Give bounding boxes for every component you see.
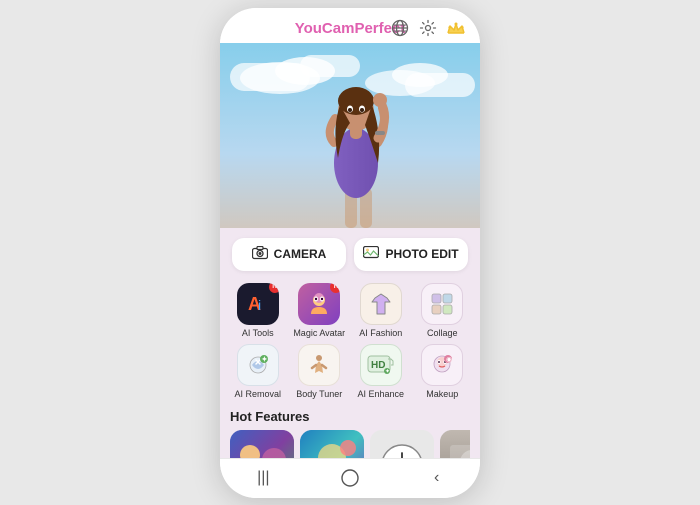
nav-back-button[interactable]: ‹ — [417, 463, 457, 493]
magic-avatar-label: Magic Avatar — [293, 328, 345, 338]
ai-removal-icon-box: ✦ — [237, 344, 279, 386]
header: YouCamPerfect — [220, 8, 480, 43]
hot-feature-card-4[interactable] — [440, 430, 470, 458]
tool-ai-removal[interactable]: ✦ AI Removal — [230, 344, 286, 399]
body-tuner-icon-box — [298, 344, 340, 386]
magic-avatar-icon-box: N — [298, 283, 340, 325]
collage-label: Collage — [427, 328, 458, 338]
tools-grid: A i N AI Tools — [230, 283, 470, 399]
tool-body-tuner[interactable]: Body Tuner — [292, 344, 348, 399]
tool-ai-enhance[interactable]: HD ✦ AI Enhance — [353, 344, 409, 399]
ai-fashion-icon-box — [360, 283, 402, 325]
makeup-icon-box: ◉ — [421, 344, 463, 386]
tool-makeup[interactable]: ◉ Makeup — [415, 344, 471, 399]
ai-tools-label: AI Tools — [242, 328, 274, 338]
svg-text:✦: ✦ — [385, 368, 390, 375]
cloud-decoration — [230, 63, 310, 91]
svg-text:HD: HD — [371, 360, 385, 371]
camera-label: CAMERA — [274, 247, 327, 261]
ai-enhance-label: AI Enhance — [357, 389, 404, 399]
clock-icon — [380, 443, 424, 458]
body-tuner-label: Body Tuner — [296, 389, 342, 399]
badge-new: N — [269, 283, 279, 293]
tool-ai-fashion[interactable]: AI Fashion — [353, 283, 409, 338]
photo-edit-label: PHOTO EDIT — [385, 247, 458, 261]
logo-youcam: YouCam — [295, 20, 355, 37]
cloud-decoration — [300, 55, 360, 77]
ai-enhance-icon-box: HD ✦ — [360, 344, 402, 386]
ai-fashion-label: AI Fashion — [359, 328, 402, 338]
tool-magic-avatar[interactable]: N Magic Avatar — [292, 283, 348, 338]
hero-image — [220, 43, 480, 228]
tools-section: A i N AI Tools — [220, 279, 480, 405]
phone-frame: YouCamPerfect — [220, 8, 480, 498]
tool-collage[interactable]: Collage — [415, 283, 471, 338]
globe-icon[interactable] — [390, 18, 410, 38]
cloud-decoration — [405, 73, 475, 97]
nav-bar: ||| ‹ — [220, 458, 480, 498]
nav-home-button[interactable] — [330, 463, 370, 493]
camera-button[interactable]: CAMERA — [232, 238, 346, 271]
crown-icon[interactable] — [446, 18, 466, 38]
camera-icon — [252, 246, 268, 263]
svg-text:✦: ✦ — [261, 355, 267, 363]
action-buttons: CAMERA PHOTO EDIT — [220, 228, 480, 279]
makeup-label: Makeup — [426, 389, 458, 399]
photo-edit-icon — [363, 246, 379, 263]
header-icons — [390, 18, 466, 38]
photo-edit-button[interactable]: PHOTO EDIT — [354, 238, 468, 271]
app-logo: YouCamPerfect — [295, 20, 406, 37]
hot-feature-card-1[interactable] — [230, 430, 294, 458]
badge-new: N — [330, 283, 340, 293]
hot-feature-card-3[interactable] — [370, 430, 434, 458]
hot-features-row — [230, 430, 470, 458]
tool-ai-tools[interactable]: A i N AI Tools — [230, 283, 286, 338]
hot-features-title: Hot Features — [230, 409, 470, 424]
svg-text:◉: ◉ — [446, 356, 452, 363]
hot-feature-card-2[interactable] — [300, 430, 364, 458]
collage-icon-box — [421, 283, 463, 325]
hot-features-section: Hot Features — [220, 405, 480, 458]
ai-tools-icon-box: A i N — [237, 283, 279, 325]
settings-icon[interactable] — [418, 18, 438, 38]
svg-text:i: i — [258, 297, 261, 313]
nav-menu-button[interactable]: ||| — [243, 463, 283, 493]
ai-removal-label: AI Removal — [234, 389, 281, 399]
page-wrapper: YouCamPerfect — [0, 0, 700, 505]
